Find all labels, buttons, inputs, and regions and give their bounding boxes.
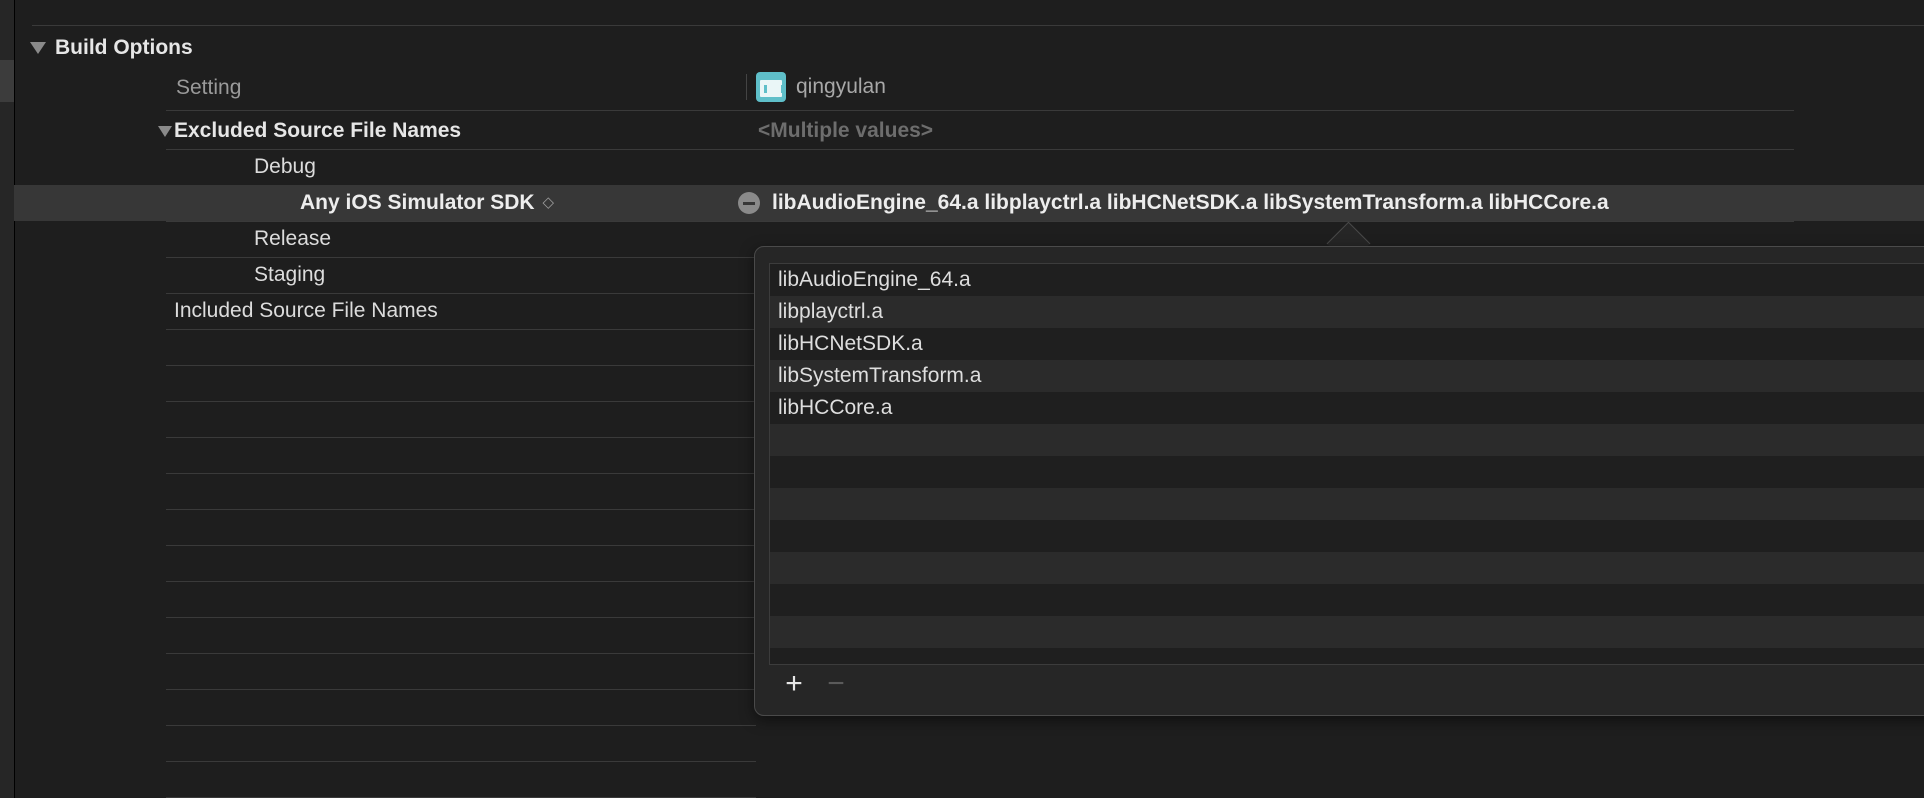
- list-item[interactable]: libSystemTransform.a: [770, 360, 1924, 392]
- setting-row-any-ios-simulator-sdk[interactable]: Any iOS Simulator SDK ◇ libAudioEngine_6…: [14, 185, 1924, 222]
- config-label-debug: Debug: [254, 155, 316, 178]
- chevron-up-down-icon: ◇: [542, 194, 555, 211]
- target-name: qingyulan: [796, 75, 886, 98]
- sdk-condition-selector[interactable]: Any iOS Simulator SDK ◇: [300, 185, 554, 221]
- empty-row: [166, 401, 756, 438]
- empty-row: [166, 617, 756, 654]
- setting-label: Excluded Source File Names: [158, 113, 461, 149]
- add-item-button[interactable]: +: [781, 669, 807, 699]
- empty-list-row: [770, 424, 1924, 456]
- empty-list-row: [770, 616, 1924, 648]
- sdk-condition-label: Any iOS Simulator SDK: [300, 191, 535, 214]
- value-list-popover: libAudioEngine_64.a libplayctrl.a libHCN…: [754, 246, 1924, 716]
- list-item[interactable]: libAudioEngine_64.a: [770, 264, 1924, 296]
- empty-list-row: [770, 520, 1924, 552]
- list-item[interactable]: libHCNetSDK.a: [770, 328, 1924, 360]
- remove-condition-icon[interactable]: [738, 192, 760, 214]
- setting-value-excluded-files[interactable]: libAudioEngine_64.a libplayctrl.a libHCN…: [772, 185, 1609, 221]
- empty-row: [166, 689, 756, 726]
- disclosure-triangle-icon[interactable]: [158, 126, 172, 137]
- empty-list-row: [770, 584, 1924, 616]
- target-app-icon: [756, 72, 786, 102]
- left-sidebar-edge: [0, 0, 15, 798]
- empty-row: [166, 653, 756, 690]
- build-settings-editor: Build Options Setting qingyulan Excluded…: [0, 0, 1924, 798]
- setting-value-multiple: <Multiple values>: [758, 119, 934, 142]
- empty-row: [166, 725, 756, 762]
- setting-row-excluded-source-file-names[interactable]: Excluded Source File Names <Multiple val…: [158, 113, 1794, 150]
- setting-label: Included Source File Names: [174, 299, 438, 322]
- empty-row: [166, 473, 756, 510]
- empty-row: [166, 509, 756, 546]
- column-divider: [746, 74, 747, 100]
- empty-list-row: [770, 648, 1924, 664]
- empty-row: [166, 581, 756, 618]
- config-label-staging: Staging: [254, 263, 326, 286]
- setting-row-debug[interactable]: Debug: [166, 149, 1794, 186]
- section-title: Build Options: [55, 36, 193, 59]
- section-header-build-options[interactable]: Build Options: [30, 34, 193, 62]
- top-divider: [32, 25, 1924, 26]
- column-header-row: Setting qingyulan: [166, 70, 1794, 111]
- empty-row: [166, 329, 756, 366]
- empty-row: [166, 761, 756, 798]
- list-item[interactable]: libHCCore.a: [770, 392, 1924, 424]
- config-label-release: Release: [254, 227, 332, 250]
- selected-row-content: Any iOS Simulator SDK ◇ libAudioEngine_6…: [166, 185, 1794, 222]
- empty-list-row: [770, 552, 1924, 584]
- disclosure-triangle-icon[interactable]: [30, 42, 46, 54]
- setting-column-label: Setting: [176, 76, 242, 99]
- empty-list-row: [770, 488, 1924, 520]
- target-column-header[interactable]: qingyulan: [756, 72, 886, 102]
- empty-row: [166, 437, 756, 474]
- list-item[interactable]: libplayctrl.a: [770, 296, 1924, 328]
- empty-list-row: [770, 456, 1924, 488]
- remove-item-button[interactable]: −: [823, 669, 849, 699]
- value-list[interactable]: libAudioEngine_64.a libplayctrl.a libHCN…: [769, 263, 1924, 665]
- empty-row: [166, 365, 756, 402]
- sidebar-selection-marker: [0, 60, 14, 102]
- empty-row: [166, 545, 756, 582]
